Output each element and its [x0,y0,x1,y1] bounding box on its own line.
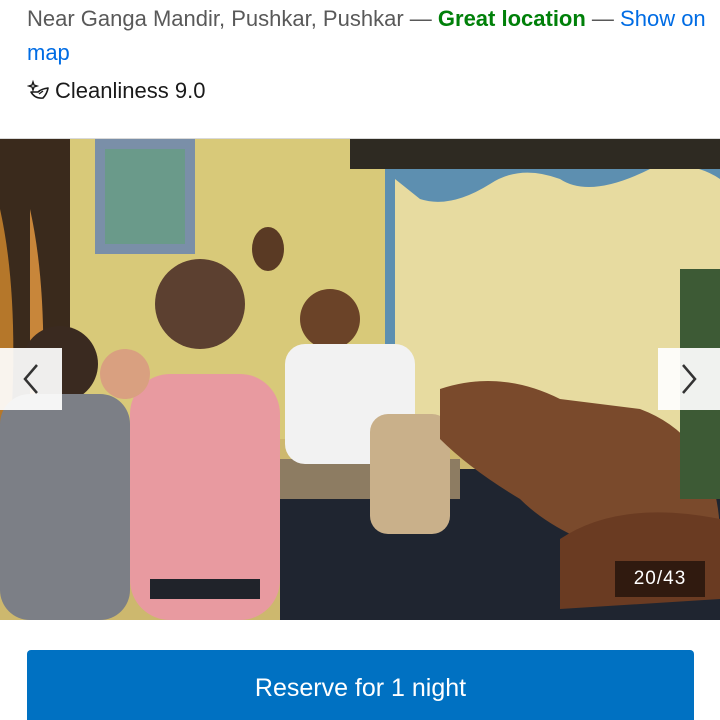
reserve-button[interactable]: Reserve for 1 night [27,650,694,720]
next-photo-button[interactable] [658,348,720,410]
previous-photo-button[interactable] [0,348,62,410]
cleanliness-rating: Cleanliness 9.0 [27,78,205,104]
chevron-left-icon [23,364,38,394]
separator: — [403,6,438,31]
address-text: Near Ganga Mandir, Pushkar, Pushkar [27,6,404,31]
chevron-right-icon [682,364,697,394]
cleanliness-label: Cleanliness 9.0 [55,78,206,103]
hotel-reception-photo [0,139,720,620]
location-line: Near Ganga Mandir, Pushkar, Pushkar — Gr… [27,2,707,70]
separator: — [585,6,621,31]
photo-gallery[interactable]: 20/43 [0,139,720,620]
photo-counter: 20/43 [615,561,705,597]
great-location-badge: Great location [437,6,586,31]
sparkle-icon [27,79,49,99]
